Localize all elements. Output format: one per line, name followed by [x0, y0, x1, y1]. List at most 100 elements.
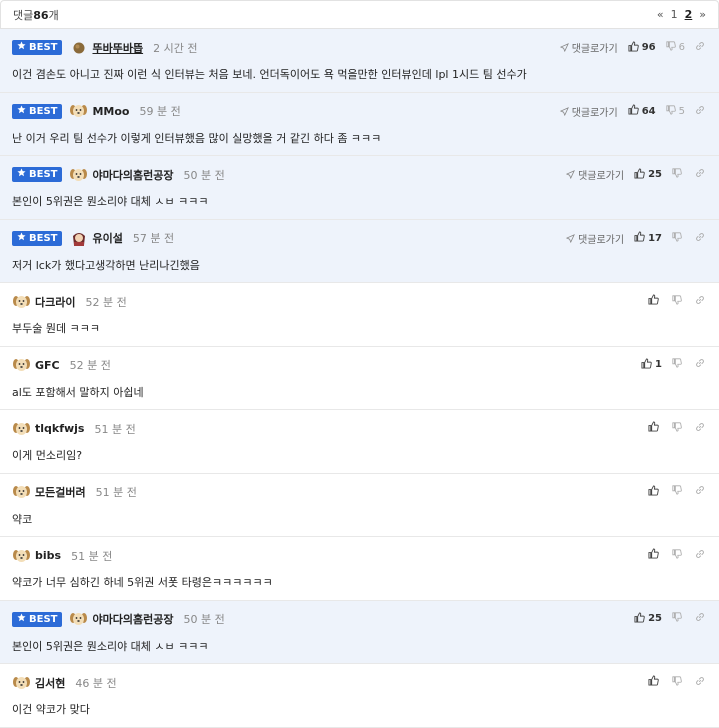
downvote-button[interactable]: 5 [666, 104, 685, 118]
link-icon[interactable] [695, 358, 705, 371]
comment-item: BEST 야마다의홈런공장 50 분 전 25 본인이 5위권은 뭔소리야 대체 ㅅㅂ … [0, 600, 719, 664]
comment-text: 이건 약코가 맞다 [12, 703, 90, 716]
thumbs-down-icon [672, 231, 682, 245]
comment-time: 50 분 전 [183, 613, 225, 626]
comment-author[interactable]: 유이설 [92, 230, 122, 246]
downvote-button[interactable] [672, 548, 685, 562]
star-icon [17, 104, 26, 119]
best-badge-label: BEST [29, 232, 58, 244]
comment-author[interactable]: 모든걸버려 [35, 484, 86, 500]
downvote-button[interactable] [672, 612, 685, 625]
upvote-button[interactable]: 96 [628, 40, 656, 55]
go-to-reply-link[interactable]: 댓글로가기 [565, 167, 624, 182]
comment-author[interactable]: MMoo [92, 105, 129, 118]
go-to-reply-link[interactable]: 댓글로가기 [559, 104, 618, 119]
comment-time: 50 분 전 [183, 168, 225, 182]
upvote-button[interactable]: 64 [628, 104, 656, 118]
downvote-button[interactable] [672, 358, 685, 371]
upvote-button[interactable] [648, 548, 662, 562]
avatar[interactable] [69, 611, 88, 628]
avatar[interactable] [12, 547, 31, 564]
thumbs-up-icon [648, 675, 659, 689]
next-page-button[interactable]: » [699, 8, 706, 21]
avatar[interactable] [12, 293, 31, 310]
comment-text: 저거 lck가 했다고생각하면 난리나긴했음 [12, 258, 200, 272]
thumbs-down-icon [672, 612, 682, 625]
link-icon[interactable] [695, 676, 705, 689]
downvote-button[interactable] [672, 294, 685, 308]
link-icon[interactable] [695, 295, 705, 308]
upvote-button[interactable] [648, 421, 662, 435]
comment-time: 46 분 전 [75, 676, 117, 690]
thumbs-up-icon [648, 294, 659, 308]
page-2-link[interactable]: 2 [685, 8, 693, 21]
upvote-button[interactable]: 25 [634, 167, 662, 182]
avatar[interactable] [69, 230, 88, 247]
downvote-button[interactable]: 6 [666, 41, 685, 54]
downvote-button[interactable] [672, 421, 685, 435]
downvote-button[interactable] [672, 675, 685, 689]
avatar[interactable] [12, 674, 31, 691]
comment-text: 약코가 너무 심하긴 하네 5위권 서폿 타령은ㅋㅋㅋㅋㅋㅋ [12, 576, 273, 589]
comment-author[interactable]: tlqkfwjs [35, 422, 84, 435]
avatar[interactable] [69, 103, 88, 120]
comment-time: 51 분 전 [94, 422, 136, 436]
comment-item: BEST 야마다의홈런공장 50 분 전 댓글로가기 25 본인이 5위권은 뭔소리야 … [0, 156, 719, 220]
avatar[interactable] [12, 484, 31, 501]
comment-count-value: 86 [33, 8, 49, 22]
avatar[interactable] [12, 420, 31, 437]
avatar[interactable] [12, 357, 31, 374]
upvote-button[interactable] [648, 675, 662, 689]
comment-meta: 다크라이 52 분 전 [12, 293, 707, 310]
link-icon[interactable] [695, 422, 705, 435]
upvote-button[interactable] [648, 294, 662, 308]
link-icon[interactable] [695, 612, 705, 625]
comment-item: BEST 뚜바뚜바뜹 2 시간 전 댓글로가기 96 6 이건 겸손도 아니고 진짜 이런… [0, 29, 719, 93]
upvote-button[interactable]: 17 [634, 231, 662, 245]
go-to-reply-link[interactable]: 댓글로가기 [559, 40, 618, 55]
upvote-count: 25 [648, 169, 662, 180]
best-badge: BEST [12, 167, 63, 182]
send-icon [565, 170, 575, 182]
link-icon[interactable] [695, 41, 705, 54]
downvote-button[interactable] [672, 231, 685, 245]
upvote-button[interactable]: 25 [634, 611, 662, 626]
thumbs-up-icon [628, 104, 639, 118]
link-icon[interactable] [695, 105, 705, 118]
comment-actions [648, 421, 705, 435]
comment-time: 51 분 전 [71, 549, 113, 563]
go-to-reply-link[interactable]: 댓글로가기 [565, 231, 624, 246]
avatar[interactable] [69, 39, 88, 56]
star-icon [17, 40, 26, 55]
thumbs-down-icon [672, 421, 682, 435]
comment-item: BEST 유이설 57 분 전 댓글로가기 17 저거 lck가 했다고생각하면 난리나… [0, 219, 719, 283]
link-icon[interactable] [695, 485, 705, 498]
comment-item: tlqkfwjs 51 분 전 이게 먼소리임? [0, 410, 719, 474]
link-icon[interactable] [695, 168, 705, 181]
comment-actions: 댓글로가기 64 5 [559, 104, 705, 119]
prev-page-button[interactable]: « [657, 8, 664, 21]
comment-author[interactable]: bibs [35, 549, 61, 562]
star-icon [17, 612, 26, 627]
comment-author[interactable]: 다크라이 [35, 294, 75, 310]
downvote-button[interactable] [672, 168, 685, 181]
comment-item: BEST MMoo 59 분 전 댓글로가기 64 5 난 이거 우리 팀 선수가 이렇게… [0, 92, 719, 156]
comment-author[interactable]: 야마다의홈런공장 [92, 167, 173, 183]
upvote-button[interactable]: 1 [641, 357, 662, 372]
comment-author[interactable]: 뚜바뚜바뜹 [92, 40, 143, 56]
page-1-link[interactable]: 1 [671, 8, 678, 21]
best-badge-label: BEST [29, 613, 58, 625]
comment-author[interactable]: GFC [35, 359, 60, 372]
comment-time: 52 분 전 [69, 359, 111, 372]
best-badge-label: BEST [29, 105, 58, 117]
comment-author[interactable]: 김서현 [35, 675, 65, 691]
thumbs-up-icon [634, 611, 645, 626]
avatar[interactable] [69, 166, 88, 183]
upvote-count: 17 [648, 232, 662, 244]
link-icon[interactable] [695, 232, 705, 245]
comment-author[interactable]: 야마다의홈런공장 [92, 611, 173, 627]
downvote-button[interactable] [672, 485, 685, 498]
link-icon[interactable] [695, 549, 705, 562]
comment-actions: 댓글로가기 25 [565, 167, 705, 182]
upvote-button[interactable] [648, 484, 662, 499]
